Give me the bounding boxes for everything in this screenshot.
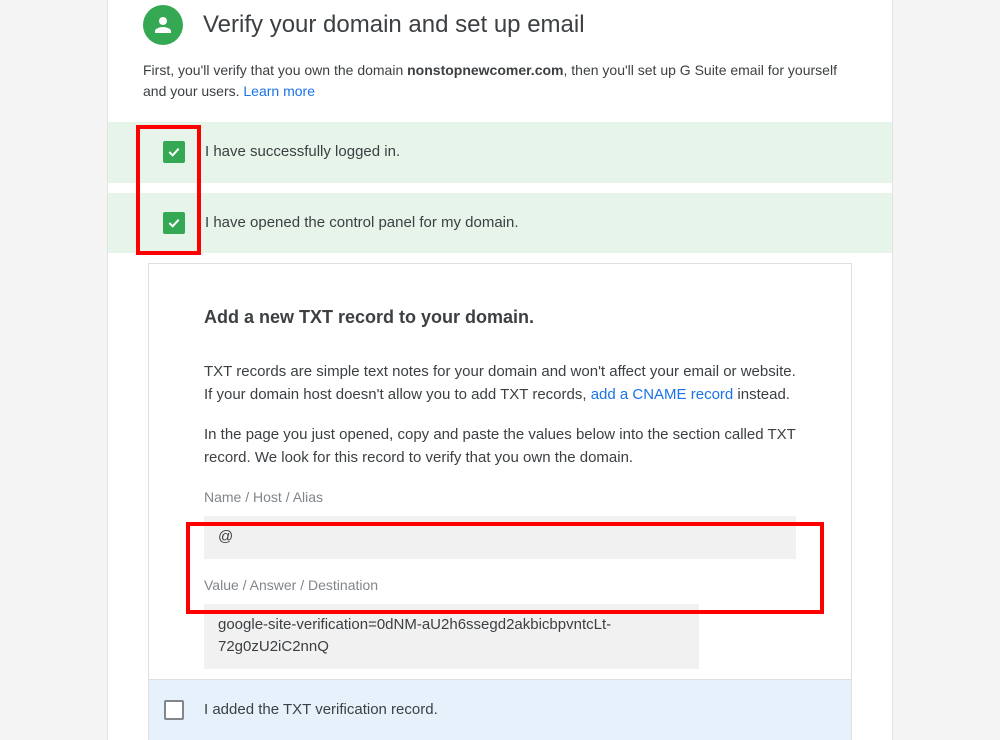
panel-title: Add a new TXT record to your domain. <box>204 304 796 331</box>
checklist-label-3: I added the TXT verification record. <box>204 699 438 722</box>
checklist-item-added-txt[interactable]: I added the TXT verification record. <box>148 680 852 740</box>
intro-paragraph: First, you'll verify that you own the do… <box>108 60 892 122</box>
learn-more-link[interactable]: Learn more <box>243 83 315 99</box>
user-icon <box>143 5 183 45</box>
para1-after: instead. <box>733 386 790 403</box>
intro-domain: nonstopnewcomer.com <box>407 62 563 78</box>
page-header: Verify your domain and set up email <box>108 0 892 60</box>
checklist-item-opened-panel[interactable]: I have opened the control panel for my d… <box>108 193 892 254</box>
checkbox-checked-icon <box>163 212 185 234</box>
checklist-item-logged-in[interactable]: I have successfully logged in. <box>108 122 892 183</box>
checklist-label-1: I have successfully logged in. <box>205 141 400 164</box>
value-answer-destination-label: Value / Answer / Destination <box>204 575 796 596</box>
checkbox-empty-icon[interactable] <box>164 700 184 720</box>
txt-record-panel: Add a new TXT record to your domain. TXT… <box>148 263 852 680</box>
name-host-alias-label: Name / Host / Alias <box>204 487 796 508</box>
panel-paragraph-1: TXT records are simple text notes for yo… <box>204 361 796 406</box>
name-host-alias-value[interactable]: @ <box>204 516 796 559</box>
cname-record-link[interactable]: add a CNAME record <box>591 386 734 403</box>
page-title: Verify your domain and set up email <box>203 7 585 43</box>
checkbox-checked-icon <box>163 141 185 163</box>
intro-text-before: First, you'll verify that you own the do… <box>143 62 407 78</box>
checklist-label-2: I have opened the control panel for my d… <box>205 212 519 235</box>
value-answer-destination-value[interactable]: google-site-verification=0dNM-aU2h6ssegd… <box>204 604 699 669</box>
panel-paragraph-2: In the page you just opened, copy and pa… <box>204 424 796 469</box>
